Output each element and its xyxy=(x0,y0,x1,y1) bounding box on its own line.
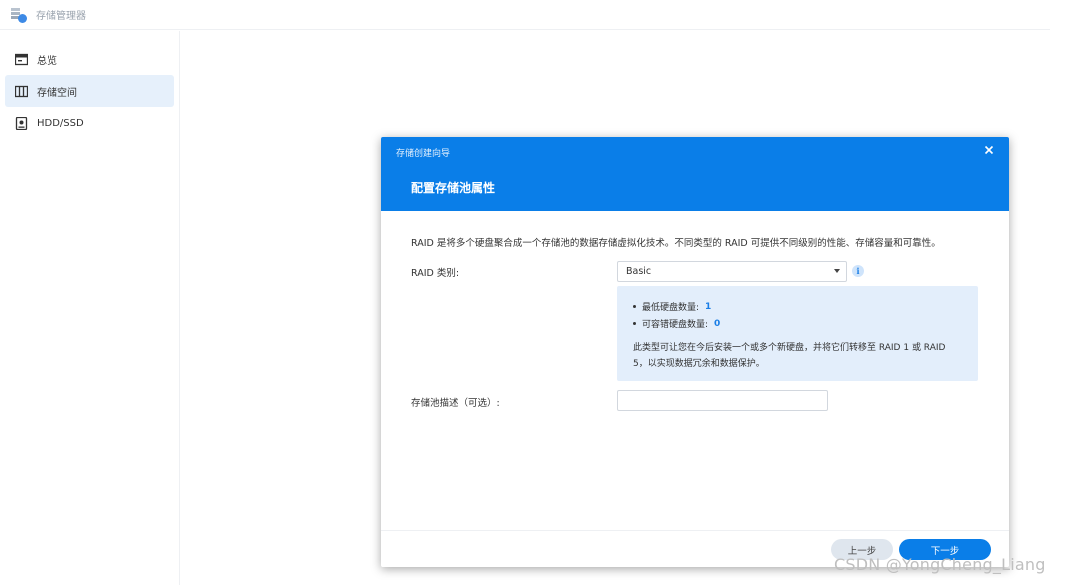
watermark: CSDN @YongCheng_Liang xyxy=(834,555,1046,574)
raid-type-select[interactable]: Basic xyxy=(617,261,847,282)
raid-info-panel: 最低硬盘数量: 1 可容错硬盘数量: 0 此类型可让您在今后安装一个或多个新硬盘… xyxy=(617,286,978,381)
bullet xyxy=(633,322,636,325)
sidebar-item-overview[interactable]: 总览 xyxy=(5,43,174,75)
step-title: 配置存储池属性 xyxy=(411,181,496,195)
chevron-down-icon xyxy=(834,269,840,273)
sidebar: 总览 存储空间 HDD/SSD xyxy=(0,31,180,585)
info-icon[interactable]: i xyxy=(852,265,864,277)
raid-description: RAID 是将多个硬盘聚合成一个存储池的数据存储虚拟化技术。不同类型的 RAID… xyxy=(411,238,941,249)
fault-tolerance-label: 可容错硬盘数量: xyxy=(642,320,709,330)
pool-description-input[interactable] xyxy=(617,390,828,411)
pool-description-label: 存储池描述（可选）: xyxy=(411,398,500,409)
overview-icon xyxy=(15,53,28,66)
min-disks-value: 1 xyxy=(705,301,712,312)
bullet xyxy=(633,305,636,308)
wizard-title: 存储创建向导 xyxy=(396,149,451,159)
app-title: 存储管理器 xyxy=(36,11,86,22)
close-icon[interactable] xyxy=(983,144,997,158)
min-disks-label: 最低硬盘数量: xyxy=(642,303,700,313)
app-titlebar: 存储管理器 xyxy=(0,0,1050,30)
sidebar-item-storage-space[interactable]: 存储空间 xyxy=(5,75,174,107)
raid-type-value: Basic xyxy=(626,266,652,277)
storage-space-icon xyxy=(15,85,28,98)
raid-info-note: 此类型可让您在今后安装一个或多个新硬盘，并将它们转移至 RAID 1 或 RAI… xyxy=(633,343,946,369)
dialog-header: 存储创建向导 配置存储池属性 xyxy=(381,137,1009,211)
sidebar-item-label: HDD/SSD xyxy=(37,117,84,129)
fault-tolerance-row: 可容错硬盘数量: 0 xyxy=(633,315,962,332)
storage-manager-logo-icon xyxy=(10,6,28,24)
sidebar-item-label: 存储空间 xyxy=(37,87,77,99)
fault-tolerance-value: 0 xyxy=(714,318,721,329)
storage-creation-wizard-dialog: 存储创建向导 配置存储池属性 RAID 是将多个硬盘聚合成一个存储池的数据存储虚… xyxy=(381,137,1009,567)
sidebar-item-hdd-ssd[interactable]: HDD/SSD xyxy=(5,107,174,139)
disk-icon xyxy=(15,116,28,130)
raid-type-label: RAID 类别: xyxy=(411,268,460,279)
min-disks-row: 最低硬盘数量: 1 xyxy=(633,298,962,315)
sidebar-item-label: 总览 xyxy=(37,55,57,67)
